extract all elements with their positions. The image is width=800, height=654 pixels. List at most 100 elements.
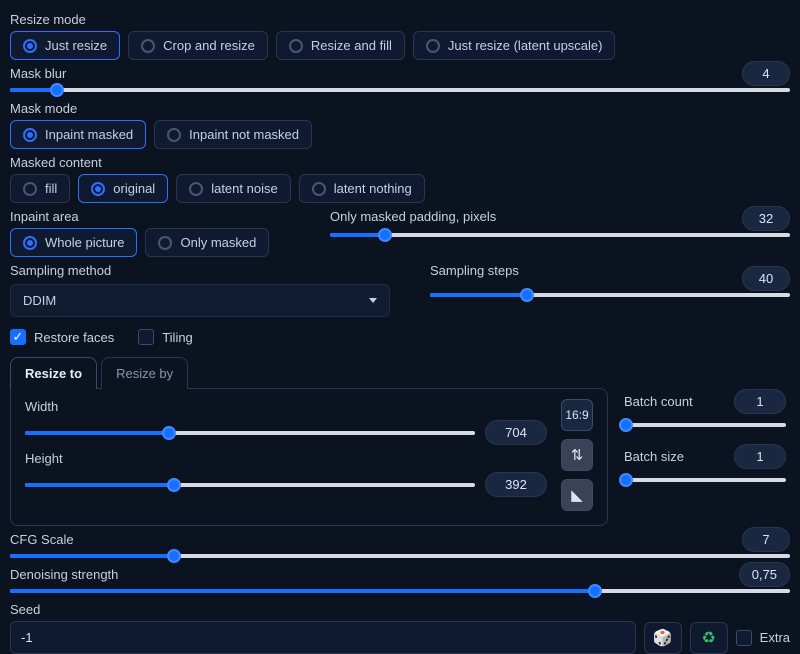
denoising-strength-slider-block: 0,75: [10, 586, 790, 596]
denoising-strength-value-pill[interactable]: 0,75: [739, 562, 790, 587]
recycle-icon: ♻: [701, 628, 715, 648]
resize-tabs: Resize to Resize by: [10, 357, 608, 389]
radio-icon: [289, 39, 303, 53]
cfg-scale-label: CFG Scale: [10, 532, 790, 547]
option-label: Crop and resize: [163, 38, 255, 53]
seed-label: Seed: [10, 602, 790, 617]
swap-dimensions-button[interactable]: ⇅: [561, 439, 593, 471]
denoising-strength-slider[interactable]: [10, 586, 790, 596]
swap-icon: ⇅: [571, 446, 584, 464]
radio-icon: [23, 128, 37, 142]
resize-mode-option-latent-upscale[interactable]: Just resize (latent upscale): [413, 31, 616, 60]
cfg-scale-slider-block: 7: [10, 551, 790, 561]
batch-count-label: Batch count: [624, 394, 693, 409]
sampling-steps-value-pill[interactable]: 40: [742, 266, 790, 291]
option-label: latent nothing: [334, 181, 412, 196]
option-label: Inpaint masked: [45, 127, 133, 142]
option-label: latent noise: [211, 181, 278, 196]
resize-mode-group: Just resize Crop and resize Resize and f…: [10, 31, 790, 60]
option-label: Resize and fill: [311, 38, 392, 53]
only-masked-padding-value-pill[interactable]: 32: [742, 206, 790, 231]
option-label: Only masked: [180, 235, 256, 250]
option-label: Just resize (latent upscale): [448, 38, 603, 53]
chevron-down-icon: [369, 298, 377, 303]
resize-mode-option-crop-and-resize[interactable]: Crop and resize: [128, 31, 268, 60]
only-masked-padding-slider-block: 32: [330, 230, 790, 240]
width-value-input[interactable]: 704: [485, 420, 547, 445]
batch-size-label: Batch size: [624, 449, 684, 464]
restore-faces-checkbox[interactable]: ✓: [10, 329, 26, 345]
denoising-strength-label: Denoising strength: [10, 567, 790, 582]
radio-icon: [23, 182, 37, 196]
radio-icon: [23, 236, 37, 250]
width-label: Width: [25, 399, 547, 414]
resize-mode-option-just-resize[interactable]: Just resize: [10, 31, 120, 60]
mask-blur-value-pill[interactable]: 4: [742, 61, 790, 86]
only-masked-padding-slider[interactable]: [330, 230, 790, 240]
only-masked-padding-label: Only masked padding, pixels: [330, 209, 790, 224]
option-label: original: [113, 181, 155, 196]
height-value-input[interactable]: 392: [485, 472, 547, 497]
option-label: Just resize: [45, 38, 107, 53]
mask-blur-slider-block: 4: [10, 85, 790, 95]
mask-mode-label: Mask mode: [10, 101, 790, 116]
seed-extra-checkbox[interactable]: [736, 630, 752, 646]
sampling-method-dropdown[interactable]: DDIM: [10, 284, 390, 317]
radio-icon: [312, 182, 326, 196]
resize-mode-option-resize-and-fill[interactable]: Resize and fill: [276, 31, 405, 60]
height-slider[interactable]: [25, 480, 475, 490]
batch-count-value-input[interactable]: 1: [734, 389, 786, 414]
inpaint-area-group: Whole picture Only masked: [10, 228, 310, 257]
width-slider[interactable]: [25, 428, 475, 438]
aspect-ratio-button[interactable]: 16:9: [561, 399, 593, 431]
batch-size-slider[interactable]: [624, 475, 786, 485]
tab-resize-by[interactable]: Resize by: [101, 357, 188, 389]
sampling-steps-slider[interactable]: [430, 290, 790, 300]
mask-mode-option-inpaint-not-masked[interactable]: Inpaint not masked: [154, 120, 312, 149]
triangle-tool-button[interactable]: ◣: [561, 479, 593, 511]
mask-mode-option-inpaint-masked[interactable]: Inpaint masked: [10, 120, 146, 149]
inpaint-area-option-whole-picture[interactable]: Whole picture: [10, 228, 137, 257]
sampling-method-value: DDIM: [23, 293, 56, 308]
batch-size-value-input[interactable]: 1: [734, 444, 786, 469]
seed-extra-label: Extra: [760, 630, 790, 645]
sampling-steps-slider-block: 40: [430, 290, 790, 300]
mask-mode-group: Inpaint masked Inpaint not masked: [10, 120, 790, 149]
seed-input[interactable]: -1: [10, 621, 636, 654]
resize-mode-label: Resize mode: [10, 12, 790, 27]
inpaint-area-label: Inpaint area: [10, 209, 310, 224]
restore-faces-label: Restore faces: [34, 330, 114, 345]
masked-content-group: fill original latent noise latent nothin…: [10, 174, 790, 203]
inpaint-area-option-only-masked[interactable]: Only masked: [145, 228, 269, 257]
resize-panel: Width 704 Height 392 16:9 ⇅: [10, 388, 608, 526]
height-label: Height: [25, 451, 547, 466]
option-label: Whole picture: [45, 235, 124, 250]
random-seed-button[interactable]: 🎲: [644, 622, 682, 654]
tab-resize-to[interactable]: Resize to: [10, 357, 97, 389]
radio-icon: [158, 236, 172, 250]
tiling-checkbox[interactable]: [138, 329, 154, 345]
option-label: fill: [45, 181, 57, 196]
mask-blur-slider[interactable]: [10, 85, 790, 95]
cfg-scale-slider[interactable]: [10, 551, 790, 561]
sampling-method-label: Sampling method: [10, 263, 410, 278]
masked-content-option-latent-nothing[interactable]: latent nothing: [299, 174, 425, 203]
masked-content-option-fill[interactable]: fill: [10, 174, 70, 203]
option-label: Inpaint not masked: [189, 127, 299, 142]
sampling-steps-label: Sampling steps: [430, 263, 790, 278]
cfg-scale-value-pill[interactable]: 7: [742, 527, 790, 552]
triangle-icon: ◣: [571, 486, 583, 504]
masked-content-option-original[interactable]: original: [78, 174, 168, 203]
radio-icon: [91, 182, 105, 196]
radio-icon: [141, 39, 155, 53]
tiling-label: Tiling: [162, 330, 193, 345]
radio-icon: [23, 39, 37, 53]
masked-content-label: Masked content: [10, 155, 790, 170]
radio-icon: [426, 39, 440, 53]
batch-count-slider[interactable]: [624, 420, 786, 430]
masked-content-option-latent-noise[interactable]: latent noise: [176, 174, 291, 203]
mask-blur-label: Mask blur: [10, 66, 790, 81]
dice-icon: 🎲: [653, 628, 673, 648]
resize-side-buttons: 16:9 ⇅ ◣: [561, 399, 593, 511]
reuse-seed-button[interactable]: ♻: [690, 622, 728, 654]
